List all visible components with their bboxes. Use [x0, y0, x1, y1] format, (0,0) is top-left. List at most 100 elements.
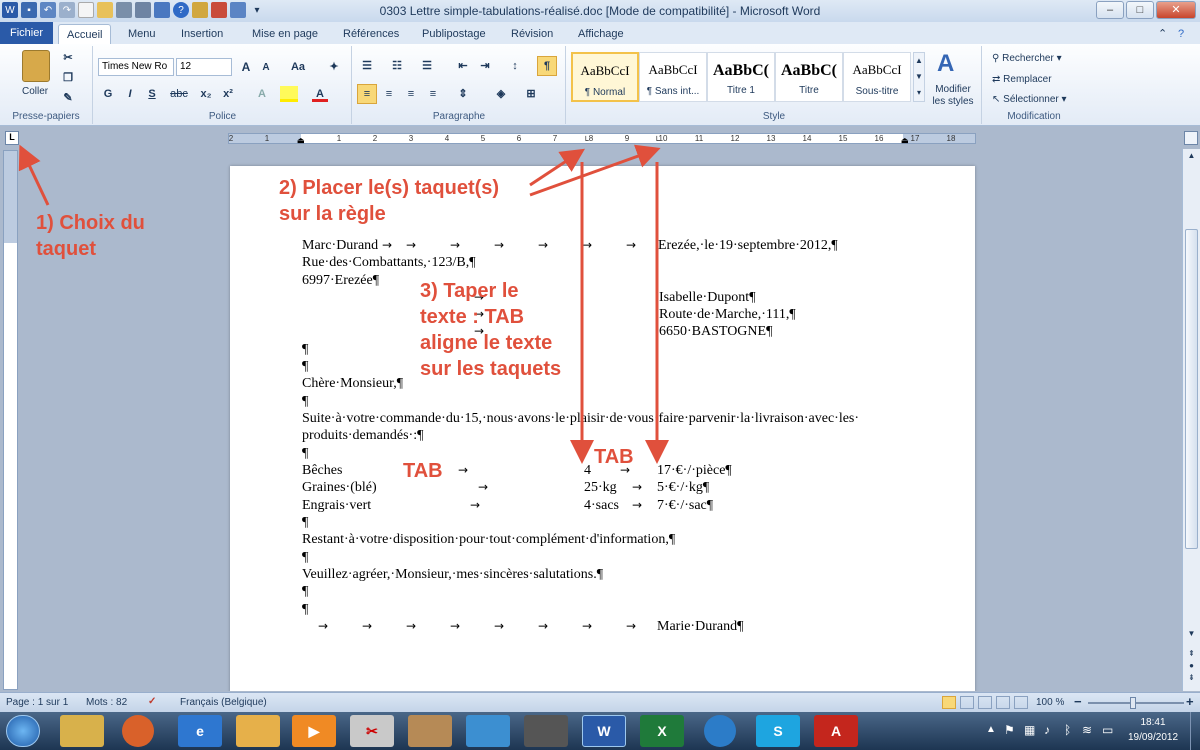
next-page-icon[interactable]: ⇟	[1185, 673, 1198, 682]
multilevel-list-icon[interactable]: ☰	[419, 58, 435, 74]
decrease-indent-icon[interactable]: ⇤	[455, 58, 471, 74]
taskbar-app-firefox[interactable]	[122, 715, 154, 747]
tab-insertion[interactable]: Insertion	[173, 24, 231, 44]
zoom-out-button[interactable]: −	[1074, 694, 1082, 709]
shading-icon[interactable]: ◈	[493, 86, 509, 102]
format-painter-icon[interactable]: ✎	[60, 90, 76, 106]
style-titre-1[interactable]: AaBbC(Titre 1	[707, 52, 775, 102]
taskbar-app-acrobat[interactable]: A	[814, 715, 858, 747]
tab-revision[interactable]: Révision	[503, 24, 561, 44]
grow-font-button[interactable]: A	[238, 59, 254, 75]
flag-icon[interactable]: ⚑	[1004, 723, 1015, 737]
indent-marker-icon[interactable]: ⏏	[297, 136, 305, 145]
text-effects-icon[interactable]: A	[254, 86, 270, 102]
scroll-thumb[interactable]	[1185, 229, 1198, 549]
document-page[interactable]: Marc·Durand → → → → → → → Erezée,·le·19·…	[230, 166, 975, 691]
highlight-icon[interactable]	[280, 86, 298, 102]
find-button[interactable]: ⚲ Rechercher ▾	[992, 53, 1062, 64]
styles-scroll-icon[interactable]: ▲ ▼ ▾	[913, 52, 925, 102]
tab-accueil[interactable]: Accueil	[58, 24, 112, 44]
minimize-button[interactable]: –	[1096, 1, 1124, 19]
right-indent-marker-icon[interactable]: ⏏	[901, 136, 909, 145]
taskbar-app-tool[interactable]	[524, 715, 568, 747]
change-styles-button[interactable]: Modifier les styles	[929, 84, 977, 108]
help-icon[interactable]: ?	[1170, 24, 1192, 44]
taskbar-app-word[interactable]: W	[582, 715, 626, 747]
replace-button[interactable]: ⇄ Remplacer	[992, 74, 1052, 85]
tab-fichier[interactable]: Fichier	[0, 22, 54, 44]
taskbar-app-notes[interactable]	[466, 715, 510, 747]
full-screen-icon[interactable]	[960, 696, 974, 709]
style-sans-interligne[interactable]: AaBbCcI ¶ Sans int...	[639, 52, 707, 102]
change-styles-icon[interactable]: A	[937, 50, 954, 78]
close-button[interactable]: ✕	[1156, 1, 1196, 19]
view-ruler-icon[interactable]	[1184, 131, 1198, 145]
superscript-button[interactable]: x²	[220, 86, 236, 102]
cut-icon[interactable]: ✂	[60, 50, 76, 66]
style-normal[interactable]: AaBbCcI ¶ Normal	[571, 52, 639, 102]
align-center-icon[interactable]: ≡	[381, 86, 397, 102]
maximize-button[interactable]: □	[1126, 1, 1154, 19]
subscript-button[interactable]: x₂	[198, 86, 214, 102]
clear-format-icon[interactable]: ✦	[326, 59, 342, 75]
taskbar-app-browser[interactable]	[704, 715, 736, 747]
italic-button[interactable]: I	[122, 86, 138, 102]
tab-selector-button[interactable]: L	[5, 131, 19, 145]
vertical-ruler[interactable]	[3, 150, 18, 690]
taskbar-app-explorer[interactable]	[60, 715, 104, 747]
clock-time[interactable]: 18:41	[1130, 717, 1176, 728]
taskbar-app-paint[interactable]: ✂	[350, 715, 394, 747]
sort-icon[interactable]: ↕	[507, 58, 523, 74]
show-formatting-button[interactable]: ¶	[537, 56, 557, 76]
print-layout-icon[interactable]	[942, 696, 956, 709]
tab-menu[interactable]: Menu	[120, 24, 164, 44]
taskbar-app-excel[interactable]: X	[640, 715, 684, 747]
select-button[interactable]: ↖ Sélectionner ▾	[992, 94, 1067, 105]
outline-icon[interactable]	[996, 696, 1010, 709]
horizontal-ruler[interactable]: 2 1 1 2 3 4 5 6 7 8 9 10 11 12 13 14 15 …	[228, 133, 976, 145]
tab-stop-marker[interactable]: └	[583, 136, 589, 145]
bullets-icon[interactable]: ☰	[359, 58, 375, 74]
volume-icon[interactable]: ♪	[1044, 723, 1050, 737]
tab-references[interactable]: Références	[335, 24, 407, 44]
word-count[interactable]: Mots : 82	[86, 697, 127, 708]
page-count[interactable]: Page : 1 sur 1	[6, 697, 68, 708]
copy-icon[interactable]: ❐	[60, 70, 76, 86]
borders-icon[interactable]: ⊞	[523, 86, 539, 102]
align-right-icon[interactable]: ≡	[403, 86, 419, 102]
paste-icon[interactable]	[22, 50, 50, 82]
underline-button[interactable]: S	[144, 86, 160, 102]
wifi-icon[interactable]: ≋	[1082, 723, 1092, 737]
taskbar-app-outlook[interactable]	[236, 715, 280, 747]
vertical-scrollbar[interactable]: ▲ ▼ ⇞ ● ⇟	[1182, 149, 1200, 691]
taskbar-app-media[interactable]: ▶	[292, 715, 336, 747]
browse-object-icon[interactable]: ●	[1185, 661, 1198, 670]
previous-page-icon[interactable]: ⇞	[1185, 649, 1198, 658]
line-spacing-icon[interactable]: ⇕	[455, 86, 471, 102]
font-size-input[interactable]: 12	[176, 58, 232, 76]
justify-icon[interactable]: ≡	[425, 86, 441, 102]
increase-indent-icon[interactable]: ⇥	[477, 58, 493, 74]
scroll-up-icon[interactable]: ▲	[1185, 151, 1198, 164]
language-status[interactable]: Français (Belgique)	[180, 697, 267, 708]
clock-date[interactable]: 19/09/2012	[1120, 732, 1186, 743]
taskbar-app-skype[interactable]: S	[756, 715, 800, 747]
network-icon[interactable]: ▦	[1024, 723, 1035, 737]
style-titre[interactable]: AaBbC(Titre	[775, 52, 843, 102]
font-name-input[interactable]: Times New Ro	[98, 58, 174, 76]
taskbar-app-internet-explorer[interactable]: e	[178, 715, 222, 747]
start-button[interactable]	[6, 715, 40, 747]
font-color-button[interactable]: A	[312, 86, 328, 102]
battery-icon[interactable]: ▭	[1102, 723, 1113, 737]
zoom-in-button[interactable]: +	[1186, 694, 1194, 709]
draft-icon[interactable]	[1014, 696, 1028, 709]
bold-button[interactable]: G	[100, 86, 116, 102]
tab-affichage[interactable]: Affichage	[570, 24, 632, 44]
strikethrough-button[interactable]: abc	[168, 86, 190, 102]
tray-expand-icon[interactable]: ▲	[986, 724, 996, 735]
change-case-button[interactable]: Aa	[286, 59, 310, 75]
bluetooth-icon[interactable]: ᛒ	[1064, 723, 1071, 737]
shrink-font-button[interactable]: A	[258, 60, 274, 76]
style-sous-titre[interactable]: AaBbCcI Sous-titre	[843, 52, 911, 102]
tab-stop-marker[interactable]: └	[654, 136, 660, 145]
